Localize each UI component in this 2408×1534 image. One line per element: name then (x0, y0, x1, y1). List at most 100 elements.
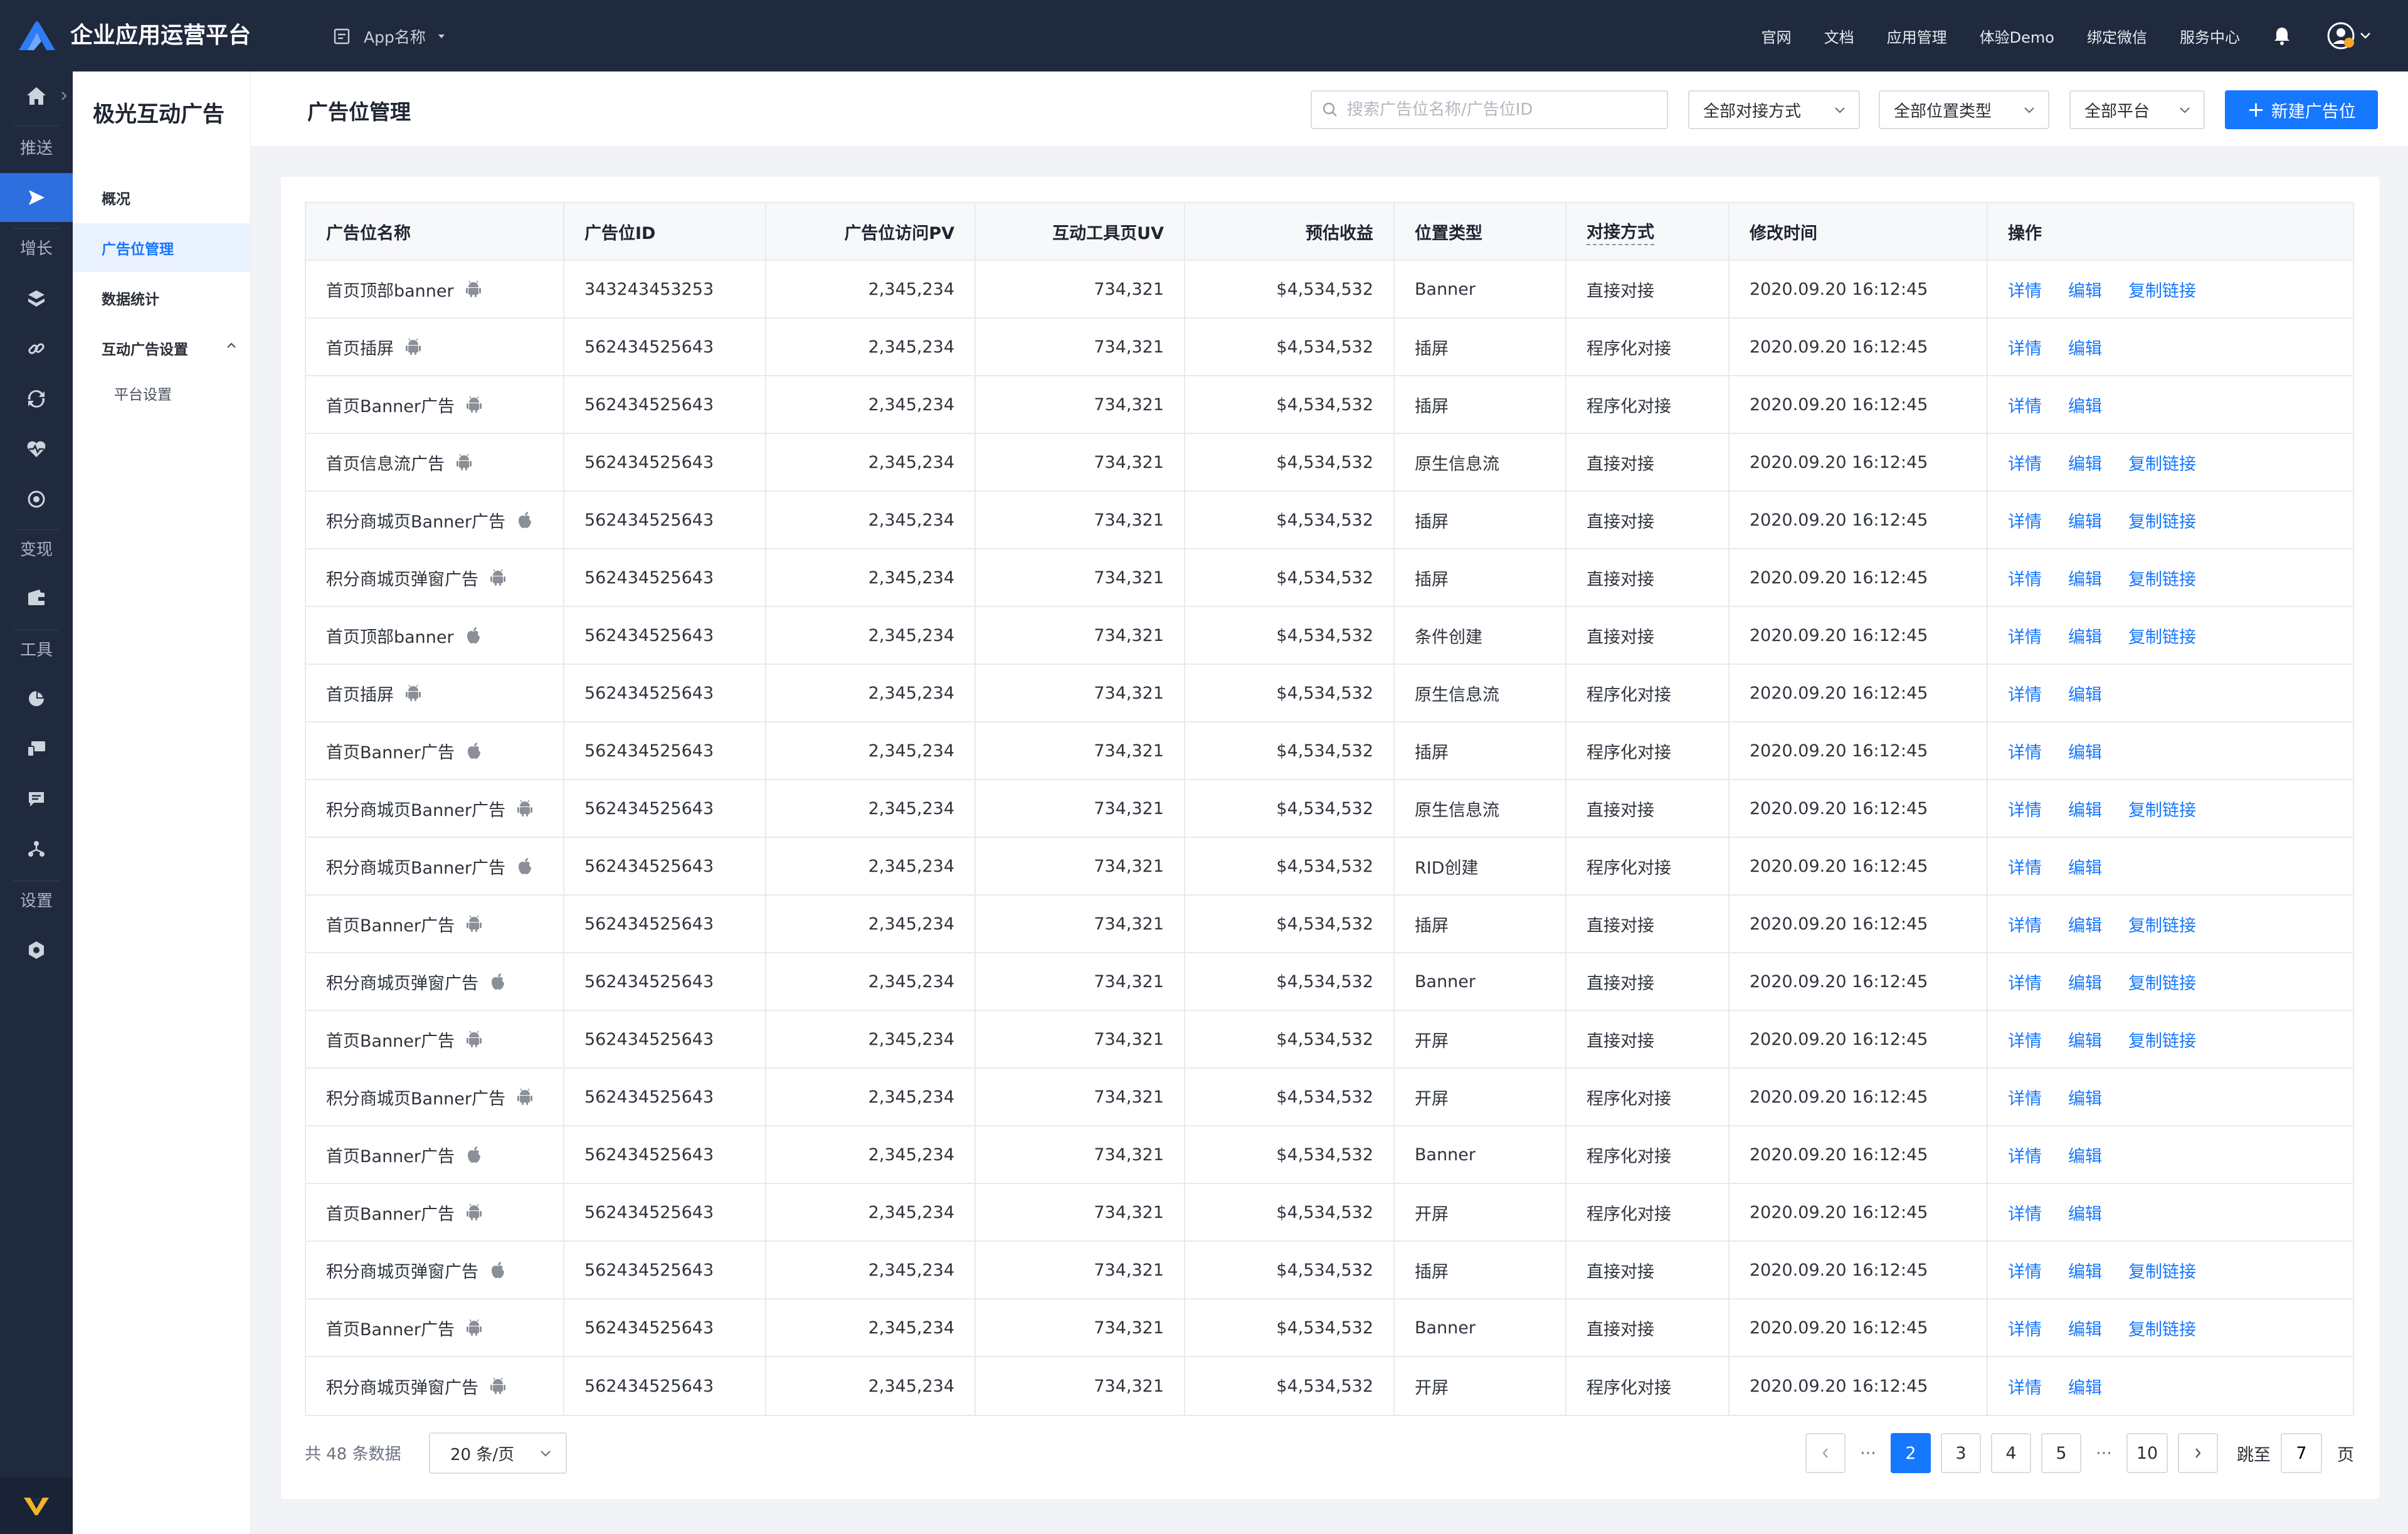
edit-link[interactable]: 编辑 (2068, 796, 2102, 821)
edit-link[interactable]: 编辑 (2068, 1085, 2102, 1109)
page-4-button[interactable]: 4 (1991, 1433, 2031, 1473)
column-header-time[interactable]: 修改时间 (1729, 203, 1988, 260)
copy-link[interactable]: 复制链接 (2128, 508, 2196, 532)
detail-link[interactable]: 详情 (2008, 1374, 2042, 1399)
column-header-connect[interactable]: 对接方式 (1566, 203, 1729, 260)
detail-link[interactable]: 详情 (2008, 1200, 2042, 1225)
detail-link[interactable]: 详情 (2008, 1027, 2042, 1052)
column-header-pv[interactable]: 广告位访问PV (766, 203, 976, 260)
nav-official-site[interactable]: 官网 (1761, 25, 1792, 47)
detail-link[interactable]: 详情 (2008, 277, 2042, 302)
user-menu[interactable] (2326, 21, 2372, 50)
rail-tools-analytics[interactable] (0, 674, 73, 723)
edit-link[interactable]: 编辑 (2068, 970, 2102, 994)
copy-link[interactable]: 复制链接 (2128, 623, 2196, 648)
edit-link[interactable]: 编辑 (2068, 508, 2102, 532)
detail-link[interactable]: 详情 (2008, 1258, 2042, 1283)
rail-tools-message[interactable] (0, 775, 73, 823)
page-3-button[interactable]: 3 (1941, 1433, 1981, 1473)
pagination-ellipsis[interactable]: ··· (1856, 1444, 1881, 1463)
copy-link[interactable]: 复制链接 (2128, 912, 2196, 936)
copy-link[interactable]: 复制链接 (2128, 277, 2196, 302)
filter-position-select[interactable]: 全部位置类型 (1879, 90, 2049, 129)
detail-link[interactable]: 详情 (2008, 566, 2042, 590)
filter-platform-select[interactable]: 全部平台 (2069, 90, 2205, 129)
bell-icon[interactable] (2273, 26, 2291, 46)
column-header-id[interactable]: 广告位ID (564, 203, 766, 260)
detail-link[interactable]: 详情 (2008, 796, 2042, 821)
search-input[interactable] (1347, 100, 1648, 119)
column-header-type[interactable]: 位置类型 (1395, 203, 1566, 260)
rail-growth-layers[interactable] (0, 274, 73, 323)
rail-growth-health[interactable] (0, 425, 73, 473)
sidebar-item-platform-settings[interactable]: 平台设置 (73, 369, 251, 418)
column-header-revenue[interactable]: 预估收益 (1185, 203, 1395, 260)
edit-link[interactable]: 编辑 (2068, 393, 2102, 417)
detail-link[interactable]: 详情 (2008, 970, 2042, 994)
edit-link[interactable]: 编辑 (2068, 623, 2102, 648)
edit-link[interactable]: 编辑 (2068, 1258, 2102, 1283)
detail-link[interactable]: 详情 (2008, 854, 2042, 879)
page-10-button[interactable]: 10 (2126, 1433, 2168, 1473)
detail-link[interactable]: 详情 (2008, 393, 2042, 417)
sidebar-item-statistics[interactable]: 数据统计 (73, 273, 251, 322)
prev-page-button[interactable] (1805, 1433, 1846, 1473)
detail-link[interactable]: 详情 (2008, 739, 2042, 763)
rail-tools-network[interactable] (0, 825, 73, 874)
edit-link[interactable]: 编辑 (2068, 277, 2102, 302)
copy-link[interactable]: 复制链接 (2128, 796, 2196, 821)
edit-link[interactable]: 编辑 (2068, 739, 2102, 763)
edit-link[interactable]: 编辑 (2068, 1200, 2102, 1225)
column-header-uv[interactable]: 互动工具页UV (976, 203, 1185, 260)
rail-home[interactable] (0, 71, 73, 120)
rail-monetize-wallet[interactable] (0, 573, 73, 622)
page-2-button[interactable]: 2 (1891, 1433, 1931, 1473)
rail-push[interactable] (0, 173, 73, 222)
nav-docs[interactable]: 文档 (1824, 25, 1854, 47)
edit-link[interactable]: 编辑 (2068, 450, 2102, 475)
jump-page-field[interactable] (2281, 1433, 2322, 1473)
edit-link[interactable]: 编辑 (2068, 854, 2102, 879)
next-page-button[interactable] (2178, 1433, 2218, 1473)
page-size-select[interactable]: 20 条/页 (429, 1432, 567, 1474)
detail-link[interactable]: 详情 (2008, 1085, 2042, 1109)
copy-link[interactable]: 复制链接 (2128, 970, 2196, 994)
sidebar-item-interactive-ad-settings[interactable]: 互动广告设置 (73, 324, 251, 373)
nav-service-center[interactable]: 服务中心 (2180, 25, 2240, 47)
detail-link[interactable]: 详情 (2008, 681, 2042, 706)
copy-link[interactable]: 复制链接 (2128, 1316, 2196, 1340)
rail-growth-target[interactable] (0, 475, 73, 524)
edit-link[interactable]: 编辑 (2068, 681, 2102, 706)
detail-link[interactable]: 详情 (2008, 508, 2042, 532)
edit-link[interactable]: 编辑 (2068, 1027, 2102, 1052)
new-adslot-button[interactable]: + 新建广告位 (2225, 90, 2378, 129)
app-selector[interactable]: App名称 (334, 23, 460, 50)
brand-logo-icon[interactable] (16, 19, 58, 53)
copy-link[interactable]: 复制链接 (2128, 450, 2196, 475)
nav-bind-wechat[interactable]: 绑定微信 (2087, 25, 2147, 47)
search-box[interactable] (1311, 90, 1668, 129)
edit-link[interactable]: 编辑 (2068, 1316, 2102, 1340)
detail-link[interactable]: 详情 (2008, 623, 2042, 648)
edit-link[interactable]: 编辑 (2068, 1143, 2102, 1167)
detail-link[interactable]: 详情 (2008, 335, 2042, 359)
page-5-button[interactable]: 5 (2041, 1433, 2081, 1473)
copy-link[interactable]: 复制链接 (2128, 566, 2196, 590)
rail-settings[interactable] (0, 926, 73, 975)
rail-growth-link[interactable] (0, 324, 73, 373)
edit-link[interactable]: 编辑 (2068, 1374, 2102, 1399)
pagination-ellipsis[interactable]: ··· (2091, 1444, 2116, 1463)
detail-link[interactable]: 详情 (2008, 450, 2042, 475)
detail-link[interactable]: 详情 (2008, 912, 2042, 936)
sidebar-item-adslot-management[interactable]: 广告位管理 (73, 223, 251, 272)
sidebar-item-overview[interactable]: 概况 (73, 173, 251, 222)
rail-growth-sync[interactable] (0, 374, 73, 423)
rail-tools-devices[interactable] (0, 724, 73, 773)
filter-connect-select[interactable]: 全部对接方式 (1688, 90, 1860, 129)
jump-page-input[interactable] (2283, 1443, 2320, 1463)
nav-app-management[interactable]: 应用管理 (1887, 25, 1947, 47)
edit-link[interactable]: 编辑 (2068, 335, 2102, 359)
copy-link[interactable]: 复制链接 (2128, 1027, 2196, 1052)
nav-demo[interactable]: 体验Demo (1980, 25, 2054, 47)
detail-link[interactable]: 详情 (2008, 1143, 2042, 1167)
